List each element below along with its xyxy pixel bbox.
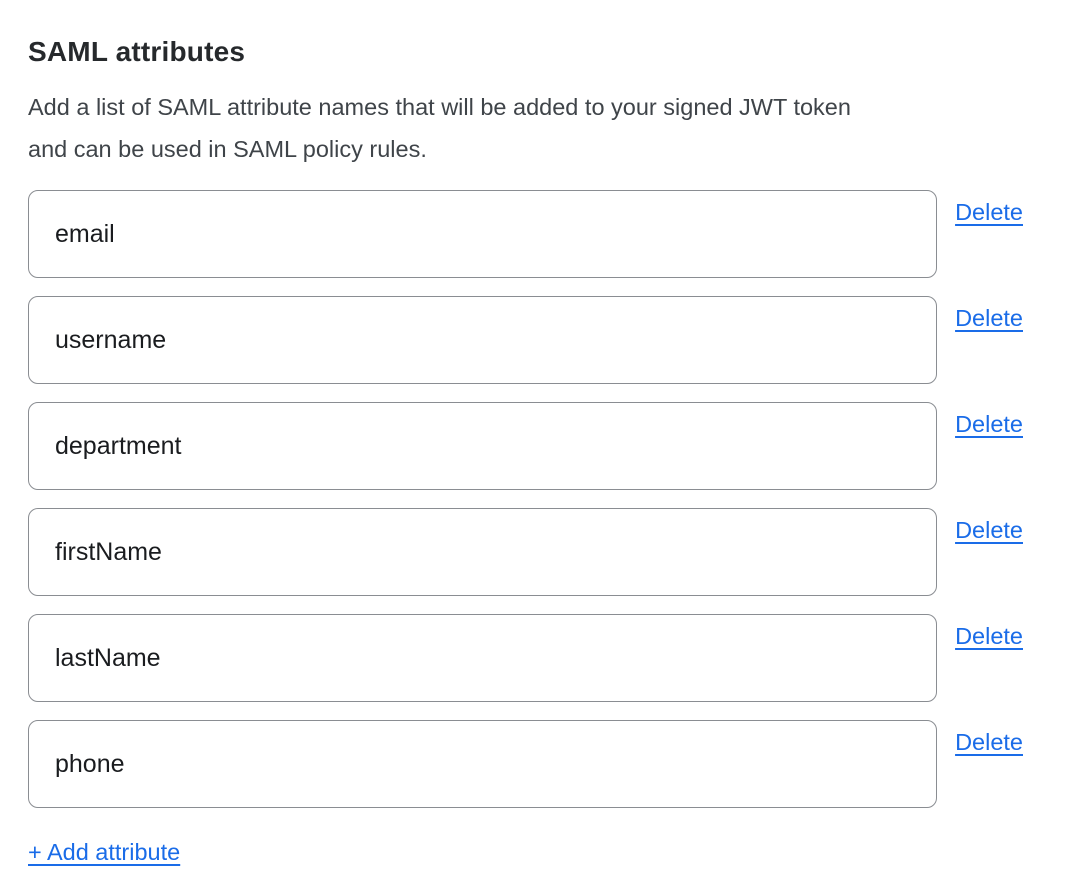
attribute-row-email: Delete xyxy=(28,190,1023,278)
delete-attribute-link-username[interactable]: Delete xyxy=(955,304,1023,332)
attribute-input-username[interactable] xyxy=(28,296,937,384)
attribute-input-department[interactable] xyxy=(28,402,937,490)
attribute-row-phone: Delete xyxy=(28,720,1023,808)
attribute-row-firstname: Delete xyxy=(28,508,1023,596)
attribute-input-firstname[interactable] xyxy=(28,508,937,596)
page-title: SAML attributes xyxy=(28,36,1023,68)
add-attribute-link[interactable]: + Add attribute xyxy=(28,838,180,866)
attribute-input-email[interactable] xyxy=(28,190,937,278)
saml-attributes-section: SAML attributes Add a list of SAML attri… xyxy=(0,0,1066,866)
section-description: Add a list of SAML attribute names that … xyxy=(28,86,1023,170)
attribute-list: Delete Delete Delete Delete Delete Delet… xyxy=(28,190,1023,808)
delete-attribute-link-firstname[interactable]: Delete xyxy=(955,516,1023,544)
attribute-input-lastname[interactable] xyxy=(28,614,937,702)
delete-attribute-link-lastname[interactable]: Delete xyxy=(955,622,1023,650)
attribute-row-lastname: Delete xyxy=(28,614,1023,702)
section-description-line2: and can be used in SAML policy rules. xyxy=(28,128,1023,170)
delete-attribute-link-email[interactable]: Delete xyxy=(955,198,1023,226)
delete-attribute-link-phone[interactable]: Delete xyxy=(955,728,1023,756)
attribute-row-username: Delete xyxy=(28,296,1023,384)
attribute-row-department: Delete xyxy=(28,402,1023,490)
section-description-line1: Add a list of SAML attribute names that … xyxy=(28,86,1023,128)
attribute-input-phone[interactable] xyxy=(28,720,937,808)
delete-attribute-link-department[interactable]: Delete xyxy=(955,410,1023,438)
